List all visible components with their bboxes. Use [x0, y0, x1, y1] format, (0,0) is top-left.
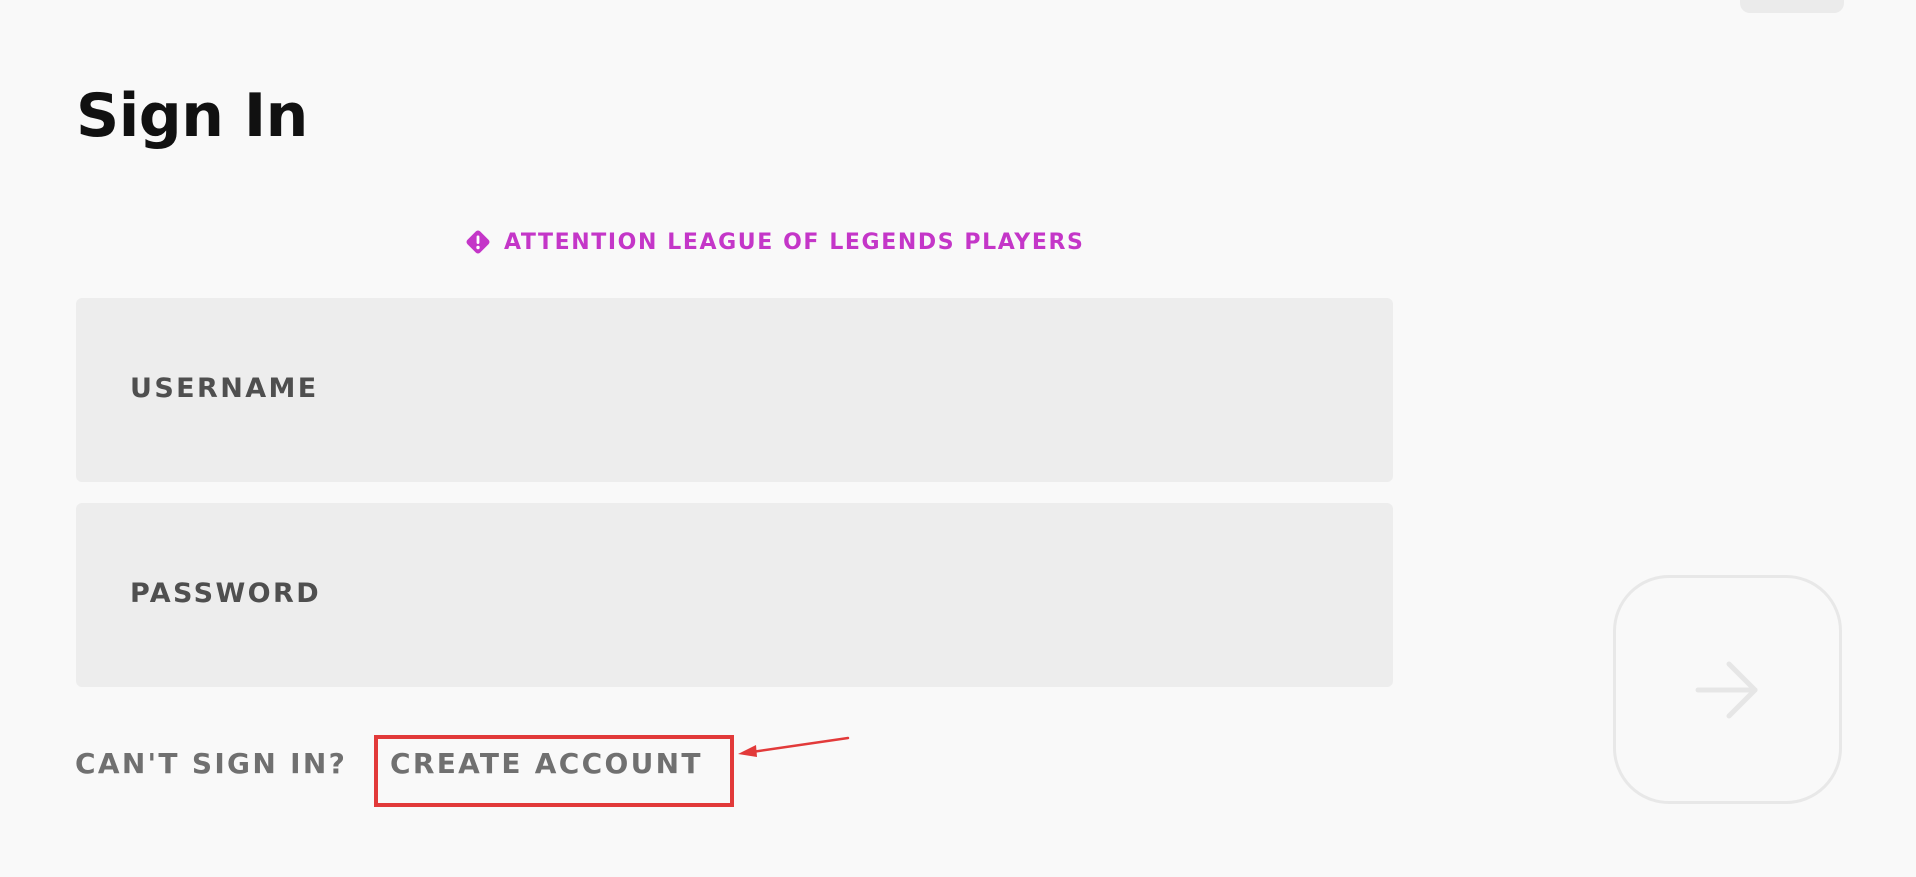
username-label: USERNAME [130, 373, 319, 404]
username-input[interactable] [130, 408, 1339, 450]
password-input[interactable] [130, 613, 1339, 655]
notice-text: ATTENTION LEAGUE OF LEGENDS PLAYERS [504, 229, 1085, 255]
league-players-notice[interactable]: ATTENTION LEAGUE OF LEGENDS PLAYERS [464, 226, 1084, 258]
password-label: PASSWORD [130, 578, 322, 609]
warning-diamond-icon [464, 228, 492, 256]
top-corner-button[interactable] [1740, 0, 1844, 13]
page-title: Sign In [76, 81, 308, 151]
arrow-right-icon [1695, 661, 1757, 718]
annotation-highlight-box [374, 735, 734, 807]
username-field[interactable]: USERNAME [76, 298, 1393, 482]
password-field[interactable]: PASSWORD [76, 503, 1393, 687]
annotation-arrow-icon [738, 736, 850, 757]
cant-sign-in-link[interactable]: CAN'T SIGN IN? [75, 747, 347, 780]
sign-in-submit-button[interactable] [1613, 575, 1842, 804]
